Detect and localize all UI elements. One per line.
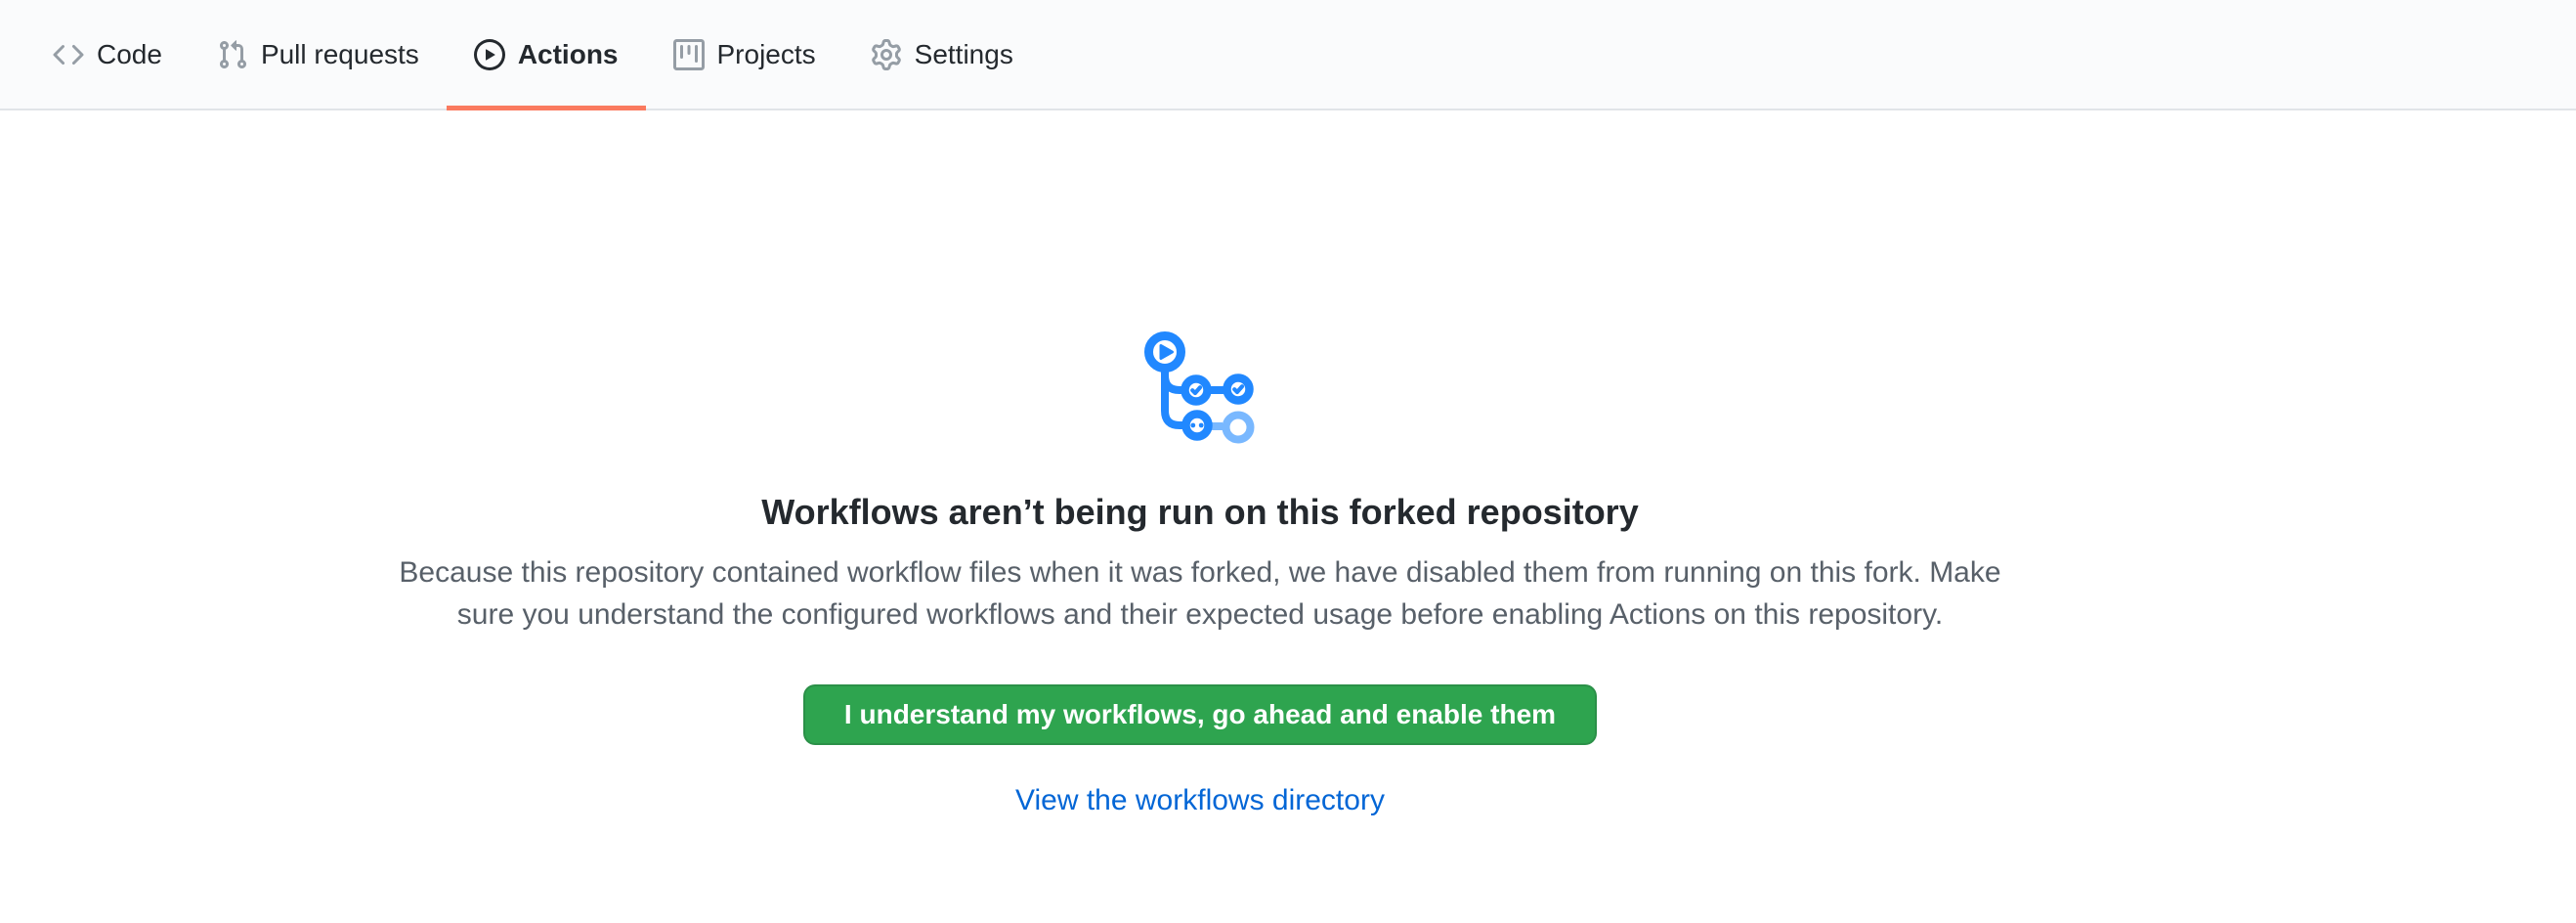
- workflow-graph-icon: [1136, 330, 1265, 450]
- tab-label: Actions: [518, 0, 619, 110]
- tab-label: Settings: [915, 0, 1013, 110]
- code-icon: [53, 39, 84, 70]
- tab-actions[interactable]: Actions: [447, 0, 646, 109]
- description-line: Because this repository contained workfl…: [0, 551, 2400, 593]
- gear-icon: [871, 39, 902, 70]
- workflows-directory-link[interactable]: View the workflows directory: [1015, 782, 1385, 819]
- tab-code[interactable]: Code: [25, 0, 190, 109]
- enable-workflows-button[interactable]: I understand my workflows, go ahead and …: [803, 684, 1597, 745]
- actions-blankslate: Workflows aren’t being run on this forke…: [0, 110, 2400, 819]
- tab-label: Code: [97, 0, 162, 110]
- active-tab-indicator: [447, 106, 646, 110]
- blankslate-heading: Workflows aren’t being run on this forke…: [0, 491, 2400, 534]
- play-circle-icon: [474, 39, 505, 70]
- git-pull-request-icon: [217, 39, 248, 70]
- repo-nav: Code Pull requests Actions Projects Sett…: [0, 0, 2576, 110]
- project-board-icon: [673, 39, 705, 70]
- link-row: View the workflows directory: [0, 782, 2400, 819]
- tab-label: Projects: [717, 0, 816, 110]
- tab-settings[interactable]: Settings: [843, 0, 1041, 109]
- tab-pull-requests[interactable]: Pull requests: [190, 0, 447, 109]
- tab-projects[interactable]: Projects: [646, 0, 843, 109]
- blankslate-description: Because this repository contained workfl…: [0, 551, 2400, 636]
- description-line: sure you understand the configured workf…: [0, 593, 2400, 636]
- tab-label: Pull requests: [261, 0, 419, 110]
